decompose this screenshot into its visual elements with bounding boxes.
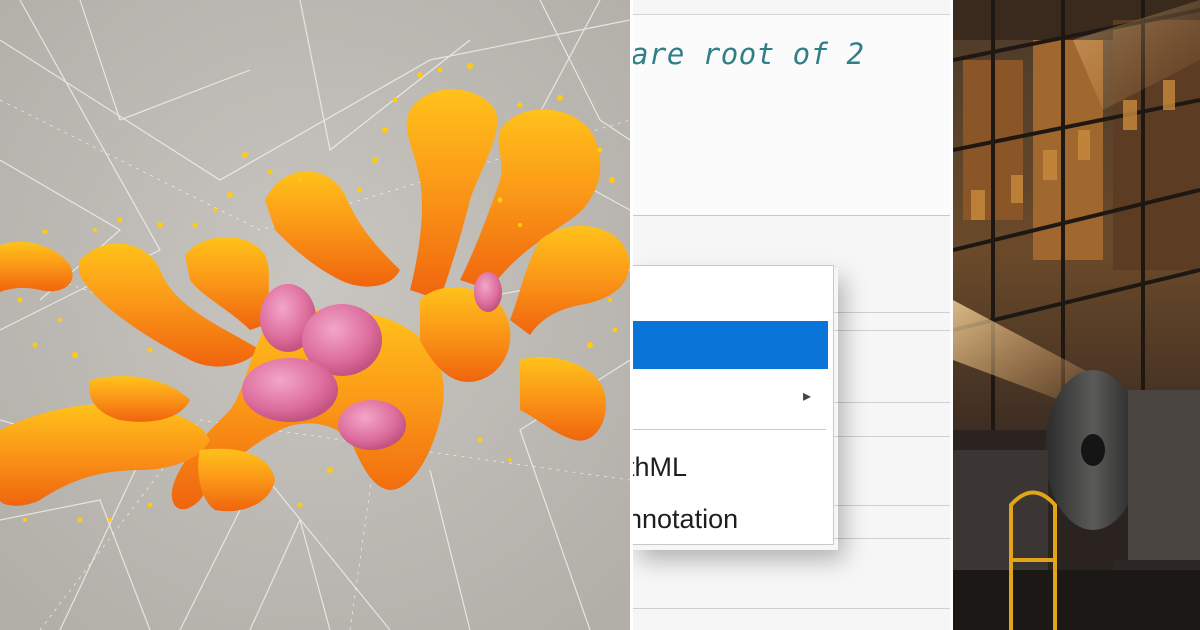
- menu-item-mathml[interactable]: thML: [633, 452, 687, 483]
- industrial-factory-photo: [953, 0, 1200, 630]
- submenu-arrow-icon: ▸: [803, 386, 812, 405]
- menu-item-highlighted[interactable]: [633, 321, 828, 369]
- abstract-3d-render-image: [0, 0, 630, 630]
- code-editor[interactable]: are root of 2: [633, 14, 950, 216]
- abstract-render-graphic: [0, 0, 630, 630]
- code-comment: are root of 2: [633, 37, 865, 71]
- editor-screenshot: are root of 2 ▸ thML nnotation: [633, 0, 950, 630]
- row-separator: [633, 608, 950, 609]
- factory-graphic: [953, 0, 1200, 630]
- menu-separator: [633, 429, 826, 430]
- menu-item-annotation[interactable]: nnotation: [633, 504, 738, 535]
- context-menu[interactable]: ▸ thML nnotation: [633, 265, 834, 545]
